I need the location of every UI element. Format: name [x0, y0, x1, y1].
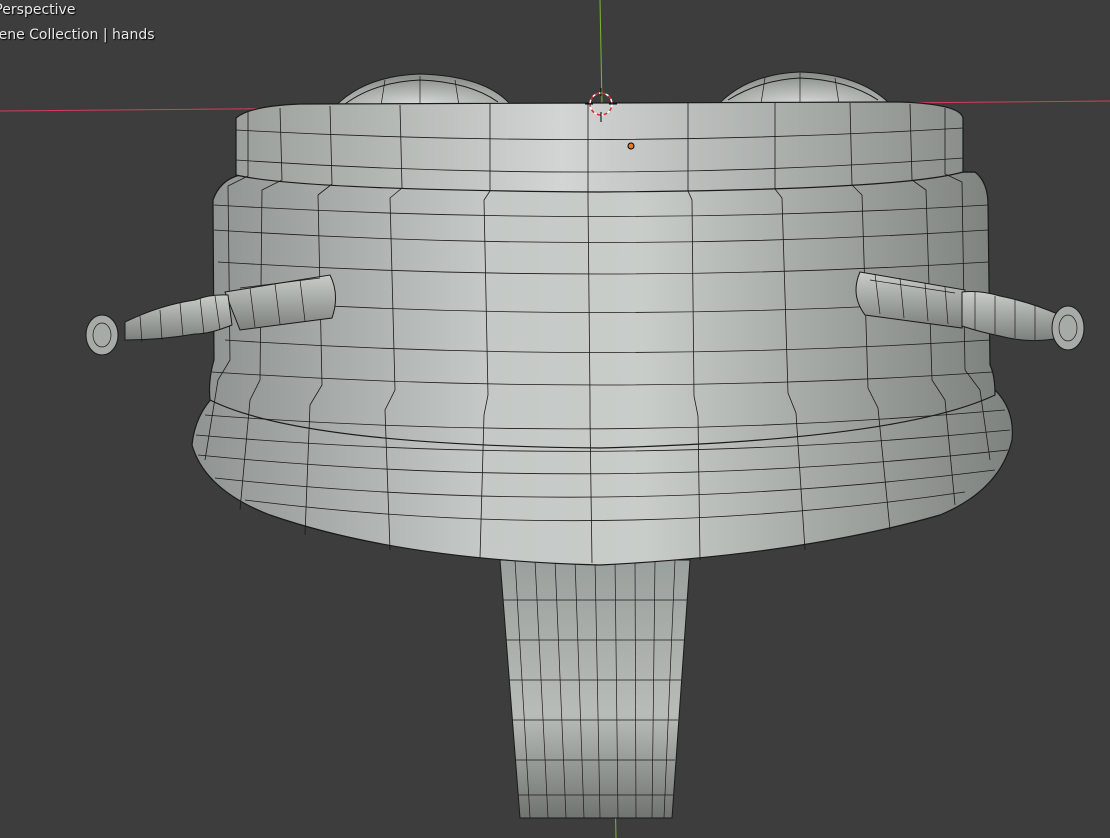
viewport-scene[interactable] [0, 0, 1110, 838]
origin-point-icon[interactable] [627, 142, 635, 150]
stand[interactable] [499, 559, 691, 819]
3d-viewport[interactable]: User Perspective Scene Collection | hand… [0, 0, 1110, 838]
viewport-info: User Perspective Scene Collection | hand… [0, 0, 155, 48]
collection-label: Scene Collection | hands [0, 27, 155, 43]
view-mode-label: User Perspective [0, 2, 76, 18]
clock-body[interactable] [85, 101, 1085, 566]
